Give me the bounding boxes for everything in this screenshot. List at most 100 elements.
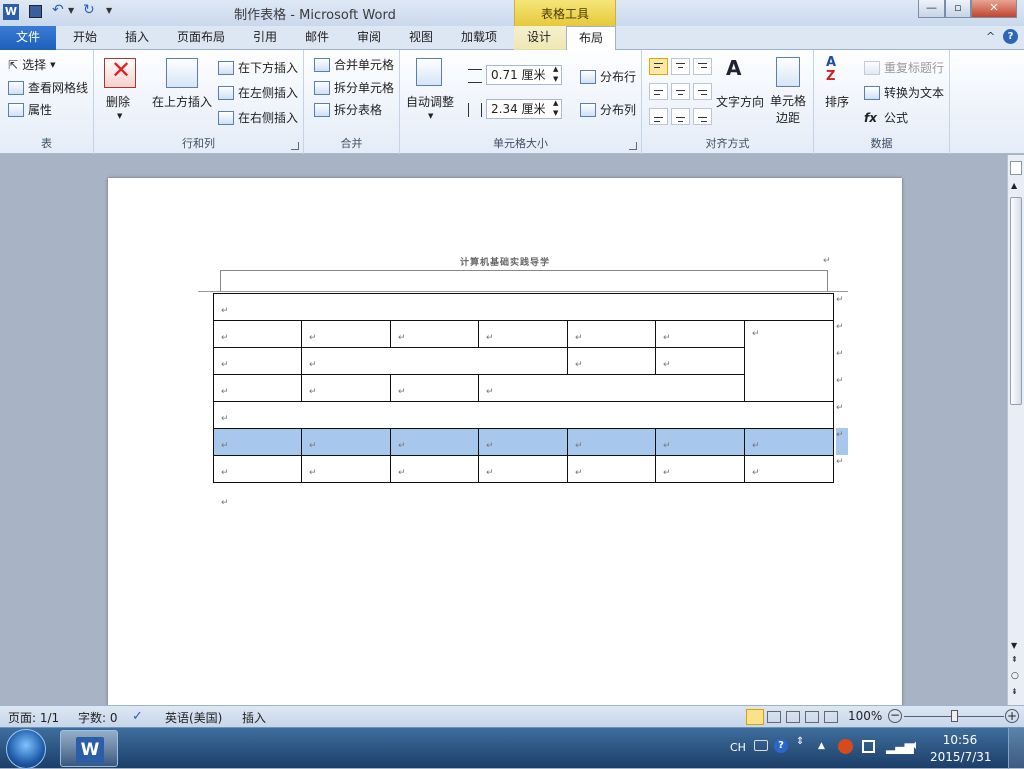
zoom-in-icon[interactable]: +	[1005, 709, 1019, 723]
sort-icon[interactable]: AZ	[826, 56, 836, 84]
table-cell[interactable]: ↵	[567, 428, 656, 456]
page-header-text[interactable]: 计算机基础实践导学	[108, 255, 902, 268]
table-cell[interactable]: ↵	[301, 347, 568, 375]
distribute-rows-button[interactable]: 分布行	[580, 68, 636, 85]
draft-view-icon[interactable]	[824, 711, 838, 723]
table-cell[interactable]: ↵	[213, 455, 302, 483]
align-middle-left-icon[interactable]	[649, 83, 668, 100]
table-cell[interactable]: ↵	[390, 320, 479, 348]
delete-button[interactable]: 删除	[106, 93, 130, 110]
merge-cells-button[interactable]: 合并单元格	[314, 56, 394, 73]
table-cell[interactable]: ↵	[655, 428, 745, 456]
windows-flag-icon[interactable]	[862, 740, 875, 753]
table-cell[interactable]: ↵	[390, 374, 479, 402]
properties-button[interactable]: 属性	[8, 101, 52, 118]
align-middle-right-icon[interactable]	[693, 83, 712, 100]
taskbar-word-button[interactable]: W	[60, 730, 118, 767]
split-cells-button[interactable]: 拆分单元格	[314, 79, 394, 96]
text-direction-icon[interactable]: A	[726, 56, 741, 80]
next-page-icon[interactable]: ⇟	[1011, 687, 1018, 696]
ime-options-icon[interactable]: ⇕	[796, 736, 804, 747]
tab-references[interactable]: 引用	[242, 26, 288, 50]
insert-above-icon[interactable]	[166, 58, 198, 88]
table-cell[interactable]: ↵	[213, 347, 302, 375]
table-cell[interactable]: ↵	[478, 428, 568, 456]
col-width-input[interactable]: 2.34 厘米	[486, 99, 562, 119]
select-button[interactable]: ⇱ 选择 ▼	[8, 56, 55, 73]
table-cell[interactable]: ↵	[212, 293, 835, 321]
zoom-level[interactable]: 100%	[848, 709, 882, 723]
insert-below-button[interactable]: 在下方插入	[218, 59, 298, 76]
prev-page-icon[interactable]: ⇞	[1011, 655, 1018, 664]
cell-margins-icon[interactable]	[776, 57, 800, 87]
show-hidden-icons[interactable]: ▲	[818, 741, 825, 751]
autofit-dropdown-icon[interactable]: ▼	[428, 112, 433, 120]
table-cell[interactable]: ↵	[655, 320, 745, 348]
security-tray-icon[interactable]	[838, 739, 853, 754]
table-cell[interactable]: ↵	[212, 401, 835, 429]
align-middle-center-icon[interactable]	[671, 83, 690, 100]
table-cell[interactable]: ↵	[213, 428, 302, 456]
tab-layout[interactable]: 布局	[566, 26, 616, 51]
ruler-toggle-icon[interactable]	[1010, 161, 1022, 175]
align-top-right-icon[interactable]	[693, 58, 712, 75]
page-count[interactable]: 页面: 1/1	[8, 709, 59, 726]
split-table-button[interactable]: 拆分表格	[314, 101, 382, 118]
table-cell[interactable]: ↵	[301, 374, 391, 402]
tab-view[interactable]: 视图	[398, 26, 444, 50]
table-cell[interactable]: ↵	[478, 374, 745, 402]
row-height-input[interactable]: 0.71 厘米	[486, 65, 562, 85]
show-desktop-button[interactable]	[1008, 728, 1024, 769]
table-cell[interactable]: ↵	[301, 428, 391, 456]
web-layout-icon[interactable]	[786, 711, 800, 723]
autofit-button[interactable]: 自动调整	[406, 93, 454, 110]
row-height-spin-icon[interactable]: ▲ ▼	[553, 64, 558, 84]
tab-design[interactable]: 设计	[515, 26, 563, 50]
table-cell[interactable]: ↵	[655, 347, 745, 375]
word-count[interactable]: 字数: 0	[78, 709, 118, 726]
tab-insert[interactable]: 插入	[114, 26, 160, 50]
align-top-center-icon[interactable]	[671, 58, 690, 75]
rows-cols-launcher-icon[interactable]	[291, 142, 299, 150]
table-cell[interactable]: ↵	[478, 320, 568, 348]
table-cell[interactable]: ↵	[213, 320, 302, 348]
table-cell[interactable]: ↵	[743, 428, 835, 456]
start-button[interactable]	[6, 729, 46, 769]
help-tray-icon[interactable]: ?	[774, 739, 788, 753]
align-bottom-right-icon[interactable]	[693, 108, 712, 125]
minimize-button[interactable]: —	[918, 0, 945, 18]
tab-file[interactable]: 文件	[0, 26, 56, 50]
tab-home[interactable]: 开始	[62, 26, 108, 50]
text-direction-button[interactable]: 文字方向	[716, 93, 764, 110]
table-cell[interactable]: ↵	[478, 455, 568, 483]
volume-icon[interactable]: 🔈︎	[912, 738, 920, 753]
table-cell[interactable]: ↵	[743, 455, 835, 483]
print-layout-view-icon[interactable]	[746, 709, 764, 725]
keyboard-icon[interactable]	[754, 740, 768, 751]
zoom-out-icon[interactable]: −	[888, 709, 902, 723]
insert-left-button[interactable]: 在左侧插入	[218, 84, 298, 101]
insert-mode[interactable]: 插入	[242, 709, 266, 726]
align-bottom-left-icon[interactable]	[649, 108, 668, 125]
minimize-ribbon-icon[interactable]: ^	[986, 30, 995, 43]
cell-margins-button[interactable]: 单元格 边距	[768, 93, 808, 127]
repeat-header-button[interactable]: 重复标题行	[864, 59, 944, 76]
tab-mailings[interactable]: 邮件	[294, 26, 340, 50]
full-screen-reading-icon[interactable]	[767, 711, 781, 723]
scroll-up-icon[interactable]: ▲	[1011, 181, 1017, 190]
insert-above-button[interactable]: 在上方插入	[152, 93, 212, 110]
proofing-icon[interactable]: ✓	[132, 709, 143, 724]
tab-addins[interactable]: 加载项	[452, 26, 506, 50]
table-cell[interactable]: ↵	[743, 320, 835, 402]
sort-button[interactable]: 排序	[825, 93, 849, 110]
scrollbar-thumb[interactable]	[1010, 197, 1022, 405]
language[interactable]: 英语(美国)	[165, 709, 222, 726]
table-cell[interactable]: ↵	[390, 455, 479, 483]
delete-table-icon[interactable]: ✕	[104, 56, 136, 88]
insert-right-button[interactable]: 在右侧插入	[218, 109, 298, 126]
tab-review[interactable]: 审阅	[346, 26, 392, 50]
table-cell[interactable]: ↵	[301, 320, 391, 348]
vertical-scrollbar[interactable]: ▲ ▼ ⇞ ○ ⇟	[1007, 155, 1024, 705]
convert-to-text-button[interactable]: 转换为文本	[864, 84, 944, 101]
table-cell[interactable]: ↵	[655, 455, 745, 483]
